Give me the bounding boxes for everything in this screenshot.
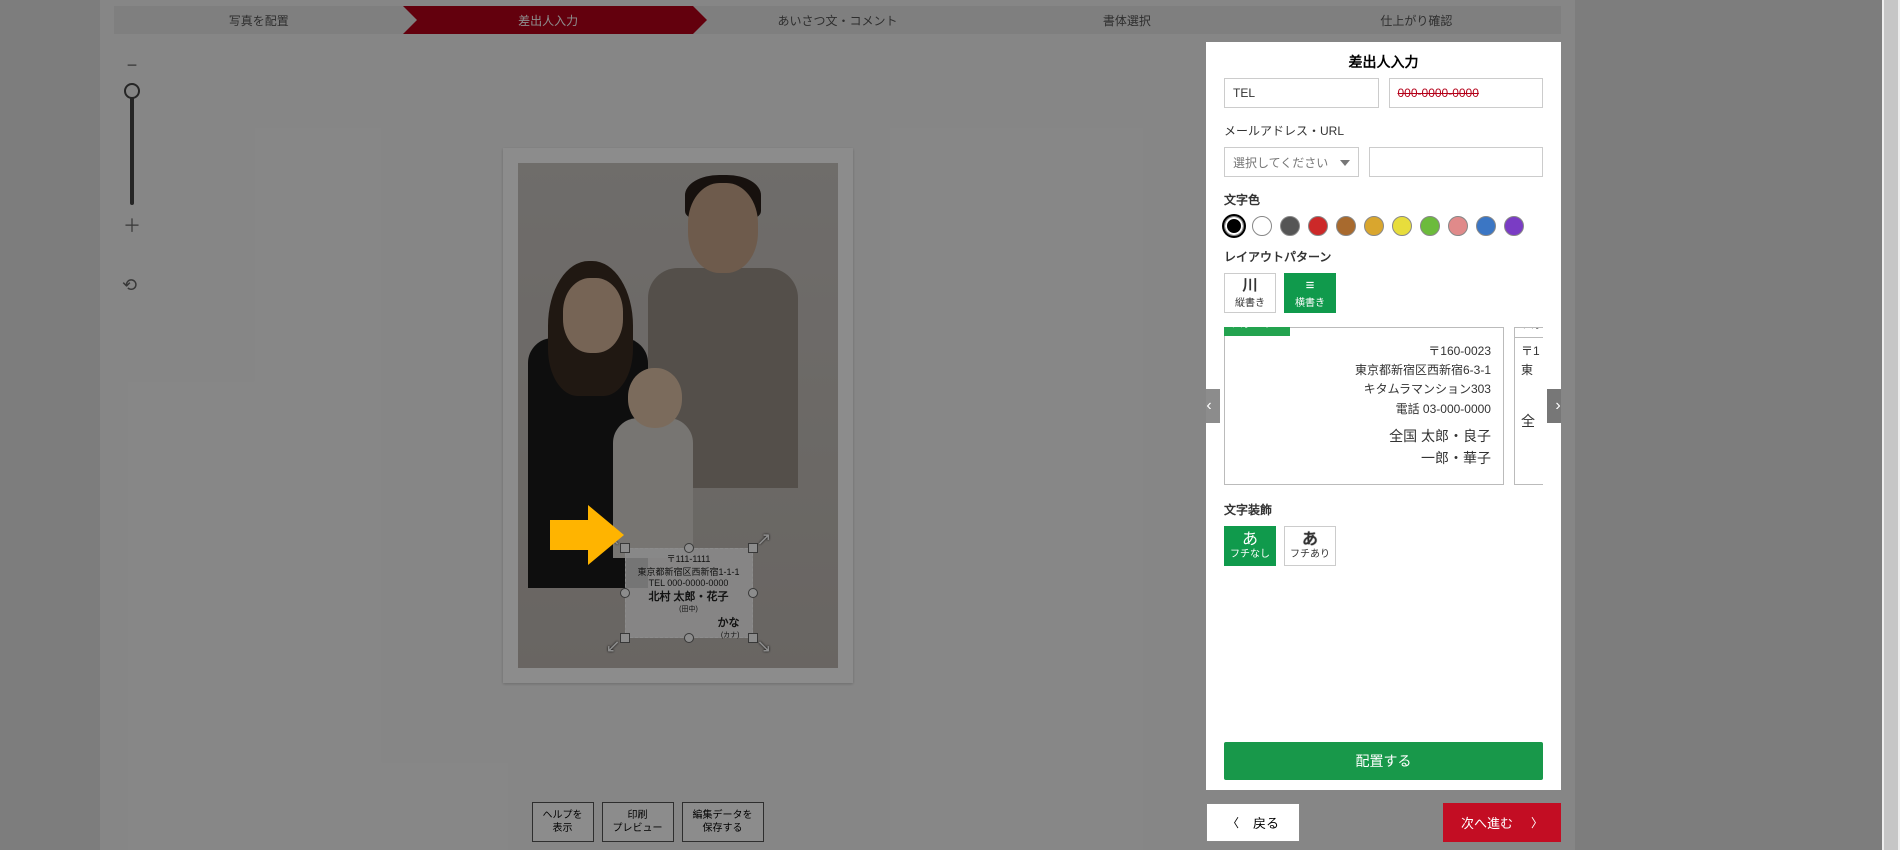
step-font[interactable]: 書体選択 [982, 6, 1271, 34]
sender-textbox[interactable]: 〒111-1111 東京都新宿区西新宿1-1-1 TEL 000-0000-00… [625, 548, 753, 638]
deco-border-button[interactable]: あ フチあり [1284, 526, 1336, 566]
step-greeting[interactable]: あいさつ文・コメント [693, 6, 982, 34]
card-name-sub1: (田中) [628, 604, 750, 614]
color-swatch-green[interactable] [1420, 216, 1440, 236]
card-postal: 〒111-1111 [628, 552, 750, 565]
resize-handle-r[interactable] [748, 588, 758, 598]
rotate-arrow-icon[interactable]: ↙ [606, 636, 621, 657]
step-sender[interactable]: 差出人入力 [403, 6, 692, 34]
sender-panel: 差出人入力 TEL 000-0000-0000 メールアドレス・URL 選択して… [1206, 42, 1561, 790]
panel-scroll[interactable]: TEL 000-0000-0000 メールアドレス・URL 選択してください 文… [1206, 78, 1561, 732]
progress-steps: 写真を配置 差出人入力 あいさつ文・コメント 書体選択 仕上がり確認 [114, 6, 1561, 34]
mail-input[interactable] [1369, 147, 1543, 177]
print-preview-button[interactable]: 印刷プレビュー [602, 802, 674, 842]
color-label: 文字色 [1224, 191, 1543, 208]
color-swatch-pink[interactable] [1448, 216, 1468, 236]
chevron-left-icon: 〈 [1227, 814, 1239, 831]
color-swatch-blue[interactable] [1476, 216, 1496, 236]
chevron-right-icon: 〉 [1531, 814, 1543, 831]
save-data-button[interactable]: 編集データを保存する [682, 802, 764, 842]
panel-title: 差出人入力 [1206, 42, 1561, 78]
layout-horizontal-button[interactable]: ≡ 横書き [1284, 273, 1336, 313]
family-photo: 〒111-1111 東京都新宿区西新宿1-1-1 TEL 000-0000-00… [518, 163, 838, 668]
pattern-next-button[interactable]: › [1547, 389, 1561, 423]
resize-handle-t[interactable] [684, 543, 694, 553]
layout-vertical-button[interactable]: 川 縦書き [1224, 273, 1276, 313]
color-swatch-white[interactable] [1252, 216, 1272, 236]
color-swatch-dkgray[interactable] [1280, 216, 1300, 236]
tel-type-select[interactable]: TEL [1224, 78, 1379, 108]
page-scrollbar[interactable] [1882, 0, 1900, 850]
rotate-arrow-icon[interactable]: ↗ [756, 529, 771, 550]
card-tel: TEL 000-0000-0000 [628, 578, 750, 588]
rotate-icon[interactable]: ⟲ [122, 275, 142, 295]
mail-type-select[interactable]: 選択してください [1224, 147, 1359, 177]
pattern-card-2[interactable]: パタ 〒1 東 全 [1514, 327, 1543, 485]
horizontal-lines-icon: ≡ [1306, 278, 1315, 293]
zoom-handle[interactable] [124, 83, 140, 99]
pattern-list: パターン1 〒160-0023 東京都新宿区西新宿6-3-1 キタムラマンション… [1224, 327, 1543, 485]
step-photo[interactable]: 写真を配置 [114, 6, 403, 34]
zoom-slider[interactable] [130, 85, 134, 205]
nav-footer: 〈 戻る 次へ進む 〉 [1206, 803, 1561, 842]
card-kana: かな [628, 614, 750, 630]
pattern-tag-2: パタ [1514, 327, 1543, 338]
mail-label: メールアドレス・URL [1224, 122, 1543, 139]
resize-handle-bl[interactable] [620, 633, 630, 643]
rotate-arrow-icon[interactable]: ↘ [756, 636, 771, 657]
zoom-toolbar: − ＋ ⟲ [112, 55, 152, 295]
back-button[interactable]: 〈 戻る [1206, 803, 1300, 842]
bottom-toolbar: ヘルプを表示 印刷プレビュー 編集データを保存する [100, 802, 1195, 842]
card-name: 北村 太郎・花子 [628, 588, 750, 604]
deco-none-button[interactable]: あ フチなし [1224, 526, 1276, 566]
place-button[interactable]: 配置する [1224, 742, 1543, 780]
zoom-out-icon[interactable]: − [122, 55, 142, 75]
tel-input[interactable]: 000-0000-0000 [1389, 78, 1544, 108]
pattern-card-1[interactable]: パターン1 〒160-0023 東京都新宿区西新宿6-3-1 キタムラマンション… [1224, 327, 1504, 485]
color-swatch-red[interactable] [1308, 216, 1328, 236]
next-button[interactable]: 次へ進む 〉 [1443, 803, 1561, 842]
color-swatch-yellow[interactable] [1392, 216, 1412, 236]
step-confirm[interactable]: 仕上がり確認 [1272, 6, 1561, 34]
pattern-prev-button[interactable]: ‹ [1206, 389, 1220, 423]
deco-label: 文字装飾 [1224, 501, 1543, 518]
zoom-in-icon[interactable]: ＋ [122, 215, 142, 235]
card-preview[interactable]: 〒111-1111 東京都新宿区西新宿1-1-1 TEL 000-0000-00… [503, 148, 853, 683]
color-swatch-brown[interactable] [1336, 216, 1356, 236]
help-button[interactable]: ヘルプを表示 [532, 802, 594, 842]
color-swatch-purple[interactable] [1504, 216, 1524, 236]
app-window: 写真を配置 差出人入力 あいさつ文・コメント 書体選択 仕上がり確認 − ＋ ⟲ [100, 0, 1575, 850]
resize-handle-b[interactable] [684, 633, 694, 643]
vertical-lines-icon: 川 [1242, 278, 1257, 293]
color-swatch-gold[interactable] [1364, 216, 1384, 236]
pattern-tag-1: パターン1 [1224, 327, 1290, 336]
color-swatches [1224, 216, 1543, 236]
canvas: 〒111-1111 東京都新宿区西新宿1-1-1 TEL 000-0000-00… [160, 45, 1195, 785]
card-address: 東京都新宿区西新宿1-1-1 [628, 565, 750, 578]
page-scroll-thumb[interactable] [1884, 0, 1898, 850]
layout-label: レイアウトパターン [1224, 248, 1543, 265]
resize-handle-l[interactable] [620, 588, 630, 598]
color-swatch-black[interactable] [1224, 216, 1244, 236]
